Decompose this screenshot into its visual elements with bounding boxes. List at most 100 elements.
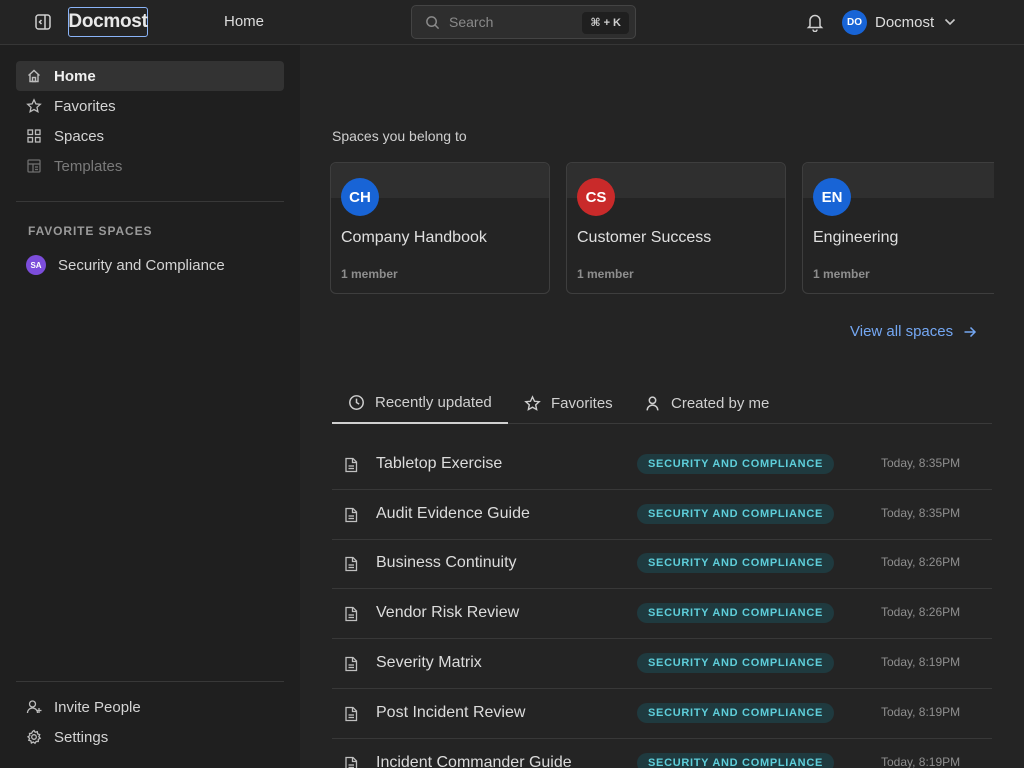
arrow-right-icon: [964, 326, 977, 337]
updated-time: Today, 8:26PM: [881, 555, 961, 569]
table-row[interactable]: Tabletop Exercise SECURITY AND COMPLIANC…: [332, 440, 992, 490]
sidebar-item-invite-people[interactable]: Invite People: [16, 692, 284, 722]
tab-created-by-me[interactable]: Created by me: [628, 383, 785, 424]
notifications-button[interactable]: [806, 12, 824, 32]
main-content: Spaces you belong to CH Company Handbook…: [300, 45, 1024, 768]
space-avatar: CH: [341, 178, 379, 216]
document-icon: [345, 606, 358, 622]
user-icon: [646, 396, 659, 411]
settings-icon: [26, 729, 42, 745]
sidebar: Home Favorites Spaces Templates FAVORITE…: [0, 45, 300, 768]
space-card-company-handbook[interactable]: CH Company Handbook 1 member: [330, 162, 550, 294]
page-title: Incident Commander Guide: [376, 754, 572, 768]
page-title: Post Incident Review: [376, 704, 526, 721]
table-row[interactable]: Audit Evidence Guide SECURITY AND COMPLI…: [332, 490, 992, 540]
space-member-count: 1 member: [813, 267, 870, 281]
space-badge: SECURITY AND COMPLIANCE: [637, 504, 834, 524]
table-row[interactable]: Severity Matrix SECURITY AND COMPLIANCE …: [332, 639, 992, 689]
space-member-count: 1 member: [577, 267, 634, 281]
template-icon: [27, 159, 41, 173]
user-plus-icon: [26, 700, 42, 714]
chevron-down-icon: [945, 18, 956, 26]
space-badge: SECURITY AND COMPLIANCE: [637, 753, 834, 768]
grid-icon: [27, 129, 41, 143]
page-list-tabs: Recently updated Favorites Created by me: [332, 383, 992, 424]
table-row[interactable]: Post Incident Review SECURITY AND COMPLI…: [332, 689, 992, 739]
tab-recently-updated[interactable]: Recently updated: [332, 383, 508, 424]
sidebar-item-label: Home: [54, 67, 96, 85]
updated-time: Today, 8:35PM: [881, 456, 961, 470]
favorite-space-security-and-compliance[interactable]: SA Security and Compliance: [16, 250, 284, 280]
space-card-engineering[interactable]: EN Engineering 1 member: [802, 162, 994, 294]
sidebar-item-label: Spaces: [54, 127, 105, 145]
search-input[interactable]: Search ⌘ + K: [411, 5, 636, 39]
app-logo[interactable]: Docmost: [68, 7, 148, 37]
view-all-spaces-link[interactable]: View all spaces: [850, 323, 977, 340]
sidebar-item-label: Settings: [54, 728, 109, 746]
star-icon: [26, 98, 42, 113]
space-badge: SECURITY AND COMPLIANCE: [637, 603, 834, 623]
space-cards: CH Company Handbook 1 member CS Customer…: [330, 162, 994, 294]
table-row[interactable]: Business Continuity SECURITY AND COMPLIA…: [332, 539, 992, 589]
clock-icon: [349, 395, 364, 410]
space-name: Company Handbook: [341, 229, 487, 246]
star-icon: [524, 395, 541, 411]
sidebar-item-templates[interactable]: Templates: [16, 151, 284, 181]
updated-time: Today, 8:26PM: [881, 605, 961, 619]
search-icon: [426, 16, 440, 30]
view-all-label: View all spaces: [850, 323, 954, 340]
space-badge: SECURITY AND COMPLIANCE: [637, 653, 834, 673]
space-badge: SECURITY AND COMPLIANCE: [637, 703, 834, 723]
favorite-spaces-heading: FAVORITE SPACES: [28, 224, 153, 238]
space-avatar: SA: [26, 255, 46, 275]
user-menu-button[interactable]: DO Docmost: [842, 9, 956, 35]
sidebar-footer-divider: [16, 681, 284, 682]
sidebar-item-label: Invite People: [54, 698, 141, 716]
sidebar-divider: [16, 201, 284, 202]
sidebar-toggle-icon: [35, 14, 51, 30]
page-title: Severity Matrix: [376, 654, 482, 671]
user-name: Docmost: [875, 13, 935, 31]
sidebar-item-home[interactable]: Home: [16, 61, 284, 91]
space-badge: SECURITY AND COMPLIANCE: [637, 454, 834, 474]
avatar: DO: [842, 9, 867, 35]
sidebar-item-spaces[interactable]: Spaces: [16, 121, 284, 151]
sidebar-item-label: Templates: [54, 157, 123, 175]
document-icon: [345, 507, 358, 523]
updated-time: Today, 8:19PM: [881, 755, 961, 768]
tab-label: Recently updated: [375, 394, 492, 411]
space-name: Customer Success: [577, 229, 712, 246]
sidebar-toggle-button[interactable]: [33, 12, 53, 32]
header-home-link[interactable]: Home: [224, 13, 264, 30]
bell-icon: [806, 14, 824, 32]
document-icon: [345, 706, 358, 722]
document-icon: [345, 457, 358, 473]
tab-label: Favorites: [551, 395, 613, 412]
tab-favorites[interactable]: Favorites: [508, 383, 629, 424]
page-title: Vendor Risk Review: [376, 604, 520, 621]
sidebar-item-favorites[interactable]: Favorites: [16, 91, 284, 121]
favorite-space-label: Security and Compliance: [58, 256, 225, 274]
updated-time: Today, 8:19PM: [881, 705, 961, 719]
page-title: Tabletop Exercise: [376, 455, 503, 472]
space-avatar: EN: [813, 178, 851, 216]
space-avatar: CS: [577, 178, 615, 216]
document-icon: [345, 756, 358, 768]
table-row[interactable]: Incident Commander Guide SECURITY AND CO…: [332, 739, 992, 768]
page-title: Audit Evidence Guide: [376, 505, 530, 522]
space-badge: SECURITY AND COMPLIANCE: [637, 553, 834, 573]
home-icon: [28, 69, 40, 83]
updated-time: Today, 8:19PM: [881, 655, 961, 669]
sidebar-item-settings[interactable]: Settings: [16, 722, 284, 752]
top-header: Docmost Home Search ⌘ + K DO Docmost: [0, 0, 1024, 45]
updated-time: Today, 8:35PM: [881, 506, 961, 520]
tab-label: Created by me: [671, 395, 770, 412]
spaces-section-title: Spaces you belong to: [332, 128, 467, 144]
page-title: Business Continuity: [376, 554, 517, 571]
space-card-customer-success[interactable]: CS Customer Success 1 member: [566, 162, 786, 294]
search-placeholder: Search: [449, 14, 494, 30]
document-icon: [345, 556, 358, 572]
space-member-count: 1 member: [341, 267, 398, 281]
table-row[interactable]: Vendor Risk Review SECURITY AND COMPLIAN…: [332, 589, 992, 639]
sidebar-item-label: Favorites: [54, 97, 116, 115]
